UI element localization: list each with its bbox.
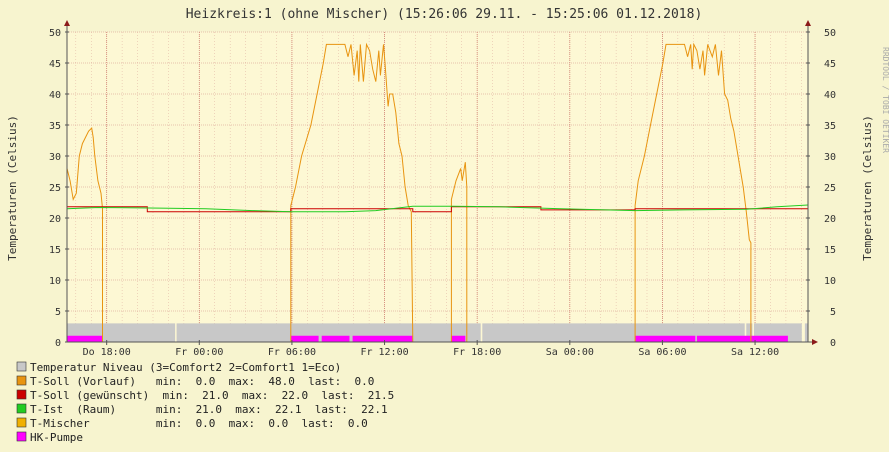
y-tick-label-right: 45 [824,59,836,70]
legend-swatch [16,375,27,386]
y-tick-label-left: 35 [49,121,61,132]
y-tick-label-left: 15 [49,245,61,256]
y-tick-label-left: 10 [49,276,61,287]
legend-entry: T-Soll (Vorlauf) min: 0.0 max: 48.0 last… [30,375,374,388]
legend-swatch [16,417,27,428]
y-tick-label-right: 30 [824,152,836,163]
legend-swatch [16,431,27,442]
y-tick-label-right: 5 [830,307,836,318]
legend-entry: T-Soll (gewünscht) min: 21.0 max: 22.0 l… [30,389,394,402]
legend-entry: Temperatur Niveau (3=Comfort2 2=Comfort1… [30,361,341,374]
y-tick-label-left: 30 [49,152,61,163]
x-tick-label: Fr 00:00 [175,347,223,358]
y-tick-label-left: 45 [49,59,61,70]
y-axis-label-left: Temperaturen (Celsius) [6,115,19,261]
chart: Heizkreis:1 (ohne Mischer) (15:26:06 29.… [0,0,889,452]
y-tick-label-left: 5 [55,307,61,318]
y-tick-label-right: 25 [824,183,836,194]
y-axis-label-right: Temperaturen (Celsius) [861,115,874,261]
y-tick-label-right: 40 [824,90,836,101]
y-tick-label-right: 35 [824,121,836,132]
x-tick-label: Sa 00:00 [546,347,594,358]
legend-entry: T-Mischer min: 0.0 max: 0.0 last: 0.0 [30,417,368,430]
x-tick-label: Fr 06:00 [268,347,316,358]
x-tick-label: Fr 12:00 [360,347,408,358]
x-tick-label: Fr 18:00 [453,347,501,358]
y-tick-label-right: 10 [824,276,836,287]
x-tick-label: Do 18:00 [83,347,131,358]
legend-swatch [16,403,27,414]
watermark: RRDTOOL / TOBI OETIKER [881,47,889,153]
y-tick-label-left: 20 [49,214,61,225]
y-tick-label-right: 20 [824,214,836,225]
plot-area: 0 0 5 5 10 10 15 15 20 20 25 25 30 30 35 35 40 40 45 45 50 50… [49,20,836,358]
y-tick-label-right: 50 [824,28,836,39]
legend-swatch [16,361,27,372]
legend-entry: T-Ist (Raum) min: 21.0 max: 22.1 last: 2… [30,403,388,416]
y-tick-label-right: 15 [824,245,836,256]
series-area [67,323,808,342]
y-tick-label-right: 0 [830,338,836,349]
legend-entry: HK-Pumpe [30,431,83,444]
y-tick-label-left: 25 [49,183,61,194]
legend-swatch [16,389,27,400]
y-tick-label-left: 50 [49,28,61,39]
chart-title: Heizkreis:1 (ohne Mischer) (15:26:06 29.… [186,7,703,22]
y-tick-label-left: 0 [55,338,61,349]
x-tick-label: Sa 06:00 [638,347,686,358]
y-tick-label-left: 40 [49,90,61,101]
x-tick-label: Sa 12:00 [731,347,779,358]
